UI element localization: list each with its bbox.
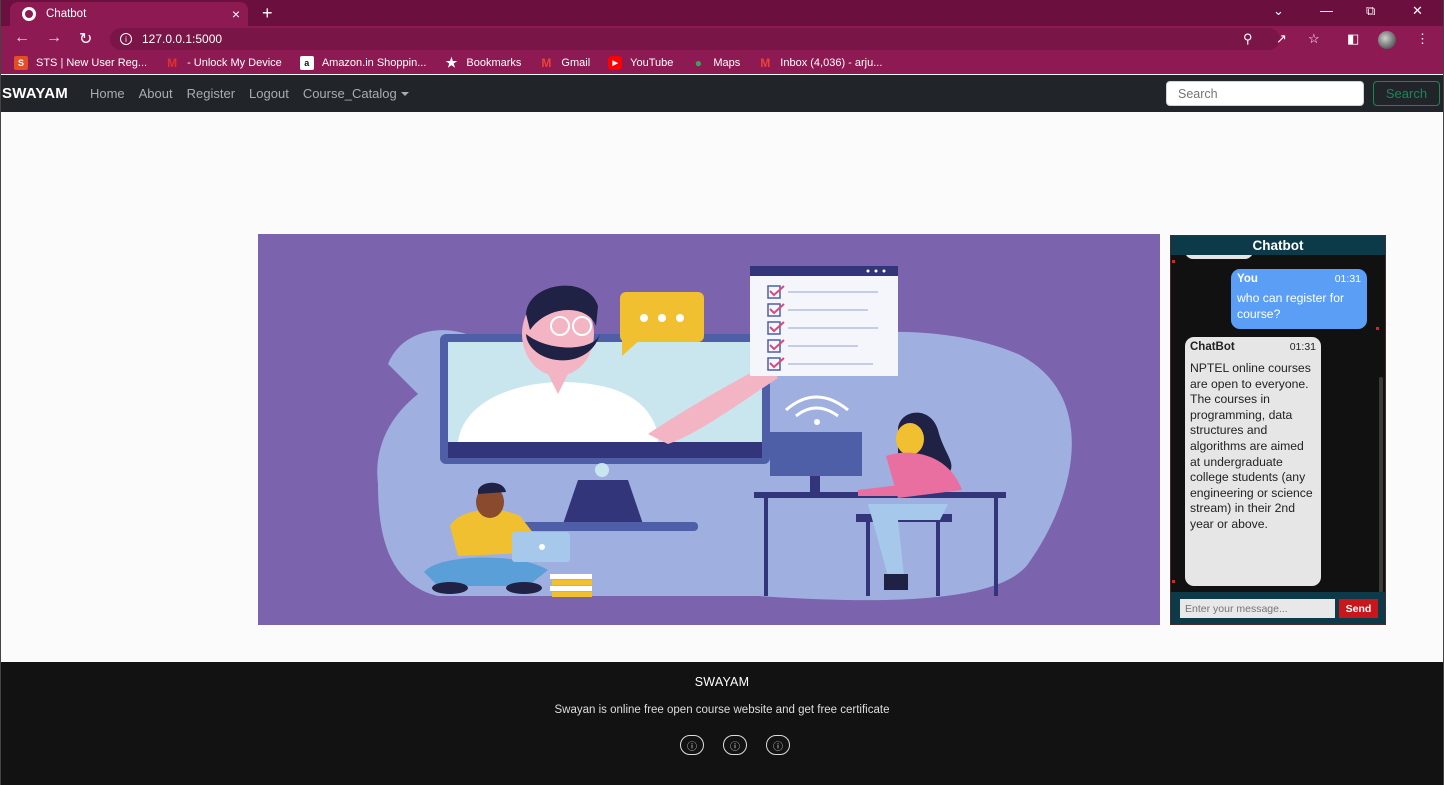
star-icon: ★ (445, 55, 458, 70)
message-time: 01:31 (1289, 341, 1316, 353)
social-link-icon[interactable]: ⓘ (766, 735, 790, 755)
message-text: NPTEL online courses are open to everyon… (1190, 361, 1313, 531)
bookmark-item[interactable]: ★ Bookmarks (444, 55, 522, 70)
user-message: You 01:31 who can register for course? (1231, 269, 1367, 329)
nav-logout[interactable]: Logout (249, 86, 289, 101)
bookmark-item[interactable]: M- Unlock My Device (165, 56, 282, 70)
share-icon[interactable]: ↗ (1276, 31, 1287, 47)
site-footer: SWAYAM Swayan is online free open course… (0, 662, 1444, 785)
chat-scrollbar[interactable] (1379, 377, 1383, 593)
side-panel-icon[interactable]: ◧ (1347, 31, 1359, 47)
browser-tab[interactable]: Chatbot × (10, 2, 248, 26)
bookmark-item[interactable]: M Inbox (4,036) - arju... (758, 56, 882, 70)
back-icon[interactable]: ← (14, 29, 30, 47)
previous-message-bubble (1185, 255, 1253, 259)
close-window-icon[interactable]: ✕ (1412, 3, 1423, 19)
scroll-marker (1376, 327, 1379, 330)
youtube-icon: ▶ (608, 56, 623, 70)
gmail-icon: M (760, 56, 771, 70)
chatbot-title: Chatbot (1171, 236, 1385, 255)
reload-icon[interactable]: ↻ (79, 29, 92, 49)
search-input[interactable] (1166, 81, 1364, 106)
message-sender: ChatBot (1190, 341, 1235, 353)
gmail-icon: M (541, 56, 552, 70)
new-tab-button[interactable]: + (262, 3, 273, 24)
footer-subtitle: Swayan is online free open course websit… (554, 704, 890, 716)
tab-title: Chatbot (46, 8, 87, 20)
bookmark-item[interactable]: a Amazon.in Shoppin... (299, 56, 426, 70)
message-time: 01:31 (1334, 273, 1361, 285)
site-navbar: SWAYAM Home About Register Logout Course… (0, 75, 1444, 112)
amazon-icon: a (299, 56, 314, 70)
bookmark-item[interactable]: ▶ YouTube (608, 56, 673, 70)
bookmark-item[interactable]: S STS | New User Reg... (14, 56, 147, 70)
nav-about[interactable]: About (139, 86, 173, 101)
browser-toolbar: ← → ↻ i 127.0.0.1:5000 (0, 26, 1444, 52)
scroll-marker (1172, 260, 1175, 263)
m-icon: M (167, 56, 178, 70)
social-link-icon[interactable]: ⓘ (680, 735, 704, 755)
message-sender: You (1237, 273, 1258, 285)
online-learning-illustration (377, 266, 1072, 601)
scroll-marker (1172, 580, 1175, 583)
close-tab-icon[interactable]: × (224, 6, 248, 22)
bookmark-item[interactable]: M Gmail (539, 56, 590, 70)
send-button[interactable]: Send (1339, 599, 1378, 618)
footer-title: SWAYAM (694, 675, 750, 689)
chat-input-bar: Send (1171, 592, 1385, 624)
address-bar[interactable]: i 127.0.0.1:5000 (110, 28, 1280, 50)
zoom-icon[interactable]: ⚲ (1243, 31, 1253, 47)
nav-register[interactable]: Register (187, 86, 235, 101)
forward-icon[interactable]: → (46, 29, 62, 47)
profile-avatar[interactable] (1378, 31, 1396, 49)
bookmark-item[interactable]: ● Maps (691, 56, 741, 70)
social-link-icon[interactable]: ⓘ (723, 735, 747, 755)
chat-messages[interactable]: You 01:31 who can register for course? C… (1171, 255, 1385, 593)
chat-message-input[interactable] (1180, 599, 1335, 618)
restore-icon[interactable]: ⧉ (1366, 3, 1375, 19)
nav-course-catalog-dropdown[interactable]: Course_Catalog (303, 86, 409, 101)
tab-search-icon[interactable]: ⌄ (1273, 3, 1284, 19)
url-text: 127.0.0.1:5000 (142, 32, 223, 46)
bookmarks-bar: S STS | New User Reg... M- Unlock My Devi… (0, 52, 1444, 74)
bookmark-star-icon[interactable]: ☆ (1308, 31, 1320, 47)
brand-logo[interactable]: SWAYAM (2, 85, 68, 102)
site-info-icon[interactable]: i (120, 33, 132, 45)
chatbot-widget: Chatbot You 01:31 who can register for c… (1170, 235, 1386, 625)
menu-icon[interactable]: ⋮ (1416, 31, 1429, 47)
sts-icon: S (14, 56, 28, 70)
hero-illustration (258, 234, 1160, 625)
minimize-icon[interactable]: — (1320, 3, 1333, 18)
message-text: who can register for course? (1237, 291, 1345, 321)
maps-icon: ● (694, 56, 703, 70)
browser-tabstrip: Chatbot × + ⌄ — ⧉ ✕ (0, 0, 1444, 26)
window-border (0, 0, 1, 785)
globe-icon (22, 7, 36, 21)
search-button[interactable]: Search (1373, 81, 1440, 106)
bot-message: ChatBot 01:31 NPTEL online courses are o… (1185, 337, 1321, 586)
nav-home[interactable]: Home (90, 86, 125, 101)
